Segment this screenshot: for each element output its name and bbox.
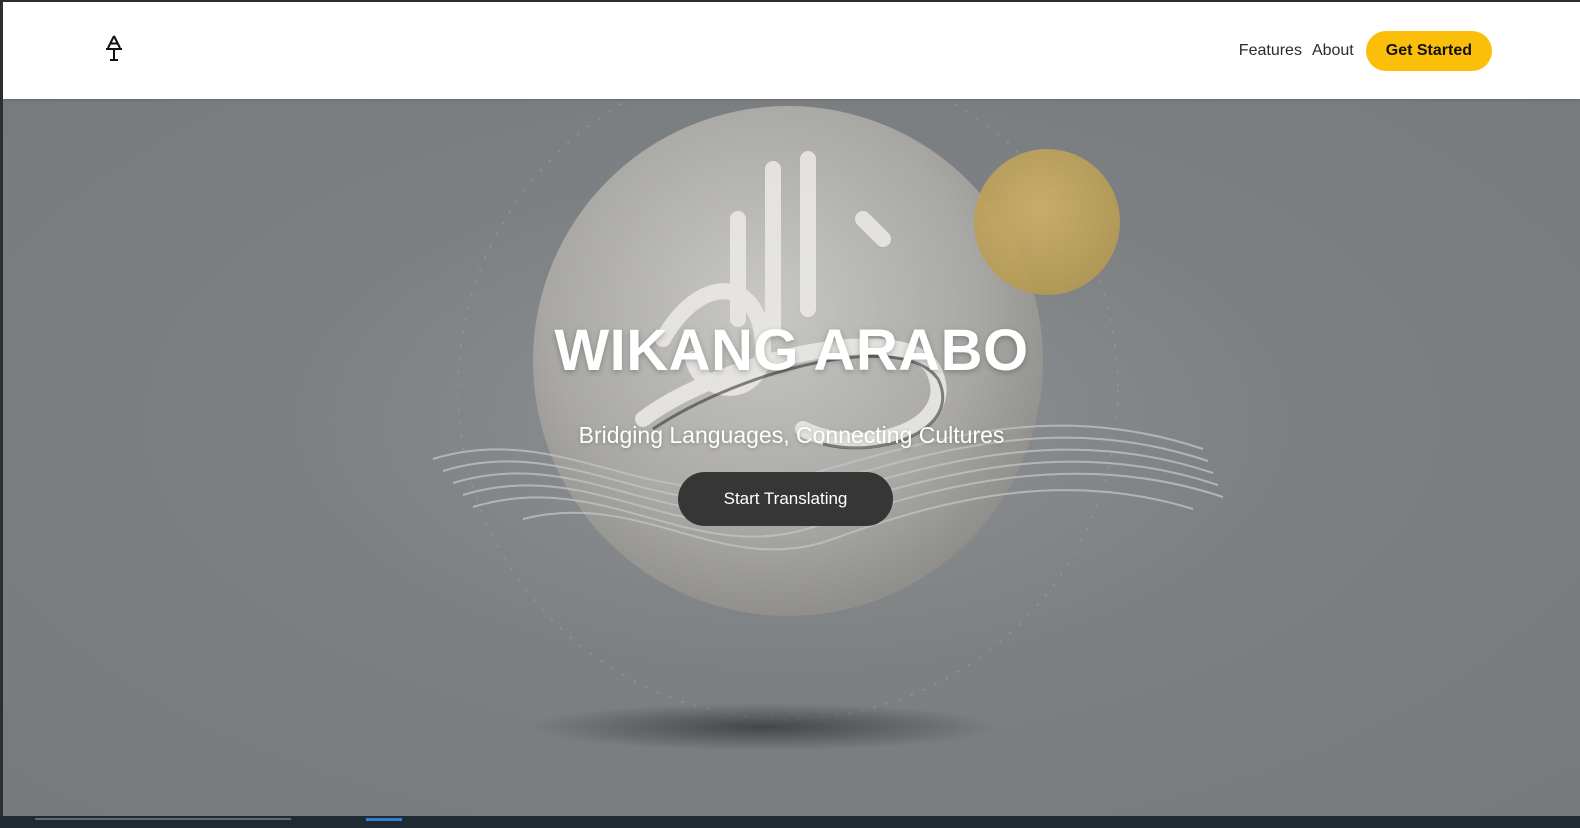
main-nav: Features About Get Started — [1239, 31, 1492, 71]
taskbar-item-active[interactable] — [366, 818, 402, 821]
taskbar-item[interactable] — [35, 818, 291, 820]
get-started-button[interactable]: Get Started — [1365, 31, 1492, 71]
nav-link-features[interactable]: Features — [1239, 42, 1302, 60]
hero-section: WIKANG ARABO Bridging Languages, Connect… — [3, 99, 1580, 816]
hero-title: WIKANG ARABO — [554, 318, 1029, 383]
browser-viewport: Features About Get Started WIKANG ARABO … — [3, 2, 1580, 816]
start-translating-button[interactable]: Start Translating — [678, 472, 893, 526]
hero-background-art — [432, 99, 1224, 751]
taskbar — [0, 816, 1580, 828]
at-monogram-icon — [106, 35, 122, 61]
hero-subtitle: Bridging Languages, Connecting Cultures — [578, 422, 1005, 448]
site-header: Features About Get Started — [3, 2, 1580, 99]
logo[interactable] — [103, 34, 125, 62]
nav-link-about[interactable]: About — [1312, 42, 1354, 60]
